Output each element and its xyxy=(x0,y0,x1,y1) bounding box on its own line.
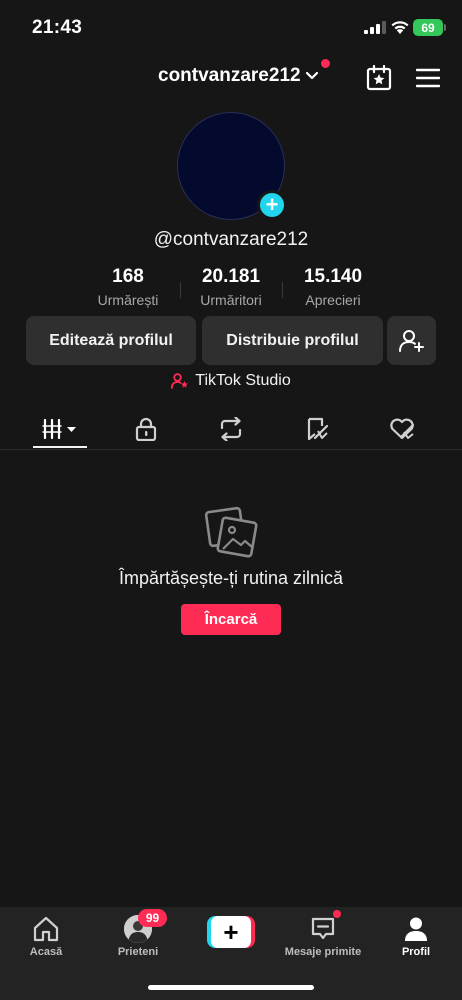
active-tab-indicator xyxy=(33,446,87,448)
add-avatar-button[interactable]: + xyxy=(257,190,287,220)
stat-label: Urmărești xyxy=(97,292,159,308)
menu-icon[interactable] xyxy=(416,68,440,88)
grid-filter-icon xyxy=(42,418,76,439)
repost-icon xyxy=(220,416,242,441)
content-tabs xyxy=(0,408,462,450)
stat-followers[interactable]: 20.181 Urmăritori xyxy=(181,266,281,308)
status-bar: 21:43 69 xyxy=(0,0,462,54)
photos-icon xyxy=(204,506,258,558)
create-button[interactable]: + xyxy=(207,916,255,948)
stat-label: Aprecieri xyxy=(305,292,361,308)
nav-inbox[interactable]: Mesaje primite xyxy=(280,907,366,958)
tab-videos[interactable] xyxy=(33,408,87,449)
stat-value: 15.140 xyxy=(303,266,363,287)
stat-label: Urmăritori xyxy=(200,292,262,308)
plus-icon: + xyxy=(211,916,251,948)
tiktok-studio-link[interactable]: TikTok Studio xyxy=(0,372,462,390)
notification-dot xyxy=(321,59,330,68)
profile-icon xyxy=(405,917,427,941)
nav-profile[interactable]: Profil xyxy=(396,907,436,958)
tab-liked[interactable] xyxy=(378,408,426,449)
account-switcher[interactable]: contvanzare212 xyxy=(158,65,319,87)
upload-button[interactable]: Încarcă xyxy=(181,604,281,635)
nav-home[interactable]: Acasă xyxy=(26,907,66,958)
nav-profile-label: Profil xyxy=(401,946,431,958)
nav-friends-label: Prieteni xyxy=(117,946,159,958)
nav-home-label: Acasă xyxy=(29,946,63,958)
edit-profile-button[interactable]: Editează profilul xyxy=(26,316,196,365)
stat-value: 168 xyxy=(112,266,144,287)
stat-value: 20.181 xyxy=(201,266,261,287)
stat-following[interactable]: 168 Urmărești xyxy=(78,266,178,308)
battery-tip xyxy=(444,24,446,31)
stat-likes[interactable]: 15.140 Aprecieri xyxy=(283,266,383,308)
cellular-signal-icon xyxy=(364,21,386,34)
home-indicator[interactable] xyxy=(148,985,314,990)
chevron-down-icon xyxy=(305,71,318,80)
battery-level: 69 xyxy=(413,19,443,36)
empty-state-title: Împărtășește-ți rutina zilnică xyxy=(118,568,344,588)
studio-label: TikTok Studio xyxy=(195,372,291,389)
status-time: 21:43 xyxy=(32,17,83,38)
add-friend-button[interactable] xyxy=(387,316,436,365)
add-user-icon xyxy=(398,329,424,352)
studio-user-star-icon xyxy=(171,373,189,389)
tab-reposts[interactable] xyxy=(207,408,255,449)
wifi-icon xyxy=(391,21,409,34)
lock-icon xyxy=(135,417,157,441)
tab-private[interactable] xyxy=(122,408,170,449)
home-icon xyxy=(33,916,59,942)
profile-handle: @contvanzare212 xyxy=(153,229,309,250)
header-username: contvanzare212 xyxy=(158,65,301,86)
tab-favorites[interactable] xyxy=(293,408,341,449)
nav-inbox-label: Mesaje primite xyxy=(284,946,362,958)
favorites-icon xyxy=(307,417,329,440)
inbox-icon xyxy=(311,917,335,940)
calendar-star-icon[interactable] xyxy=(366,65,392,91)
liked-icon xyxy=(390,418,415,439)
share-profile-button[interactable]: Distribuie profilul xyxy=(202,316,383,365)
friends-badge: 99 xyxy=(138,909,167,927)
inbox-notification-dot xyxy=(333,910,341,918)
